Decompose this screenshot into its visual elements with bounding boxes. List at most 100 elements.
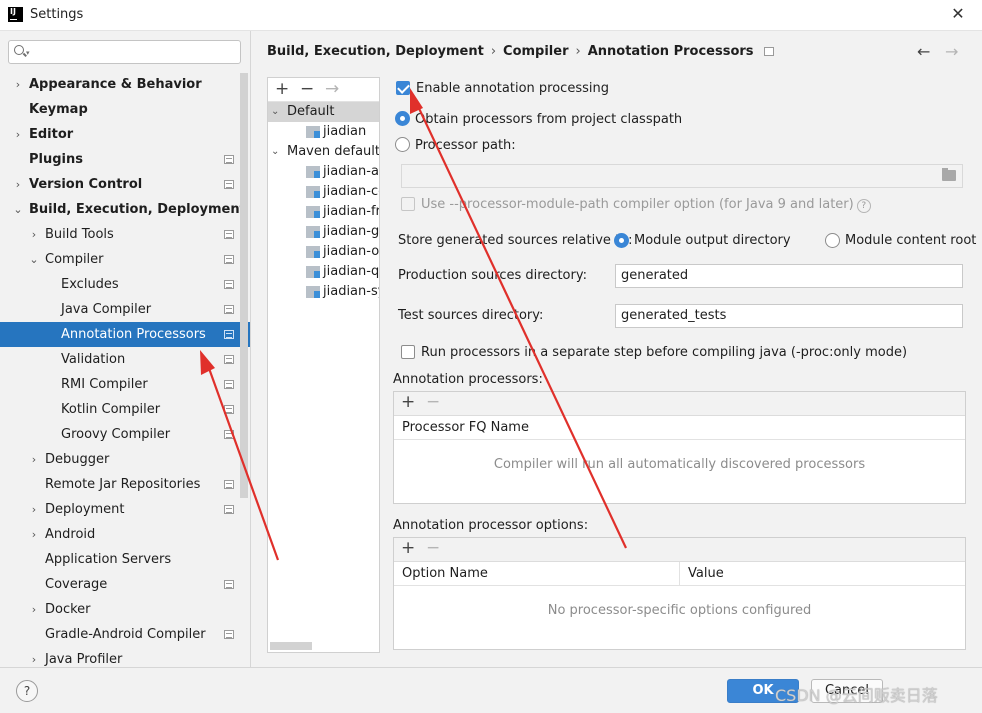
project-scope-icon xyxy=(763,47,774,56)
sidebar-item[interactable]: ⌄ Compiler xyxy=(0,247,250,272)
back-arrow-icon[interactable]: ← xyxy=(917,42,930,61)
profile-item[interactable]: jiadian-ge xyxy=(268,222,379,242)
sidebar-item[interactable]: › Appearance & Behavior xyxy=(0,72,250,97)
sidebar-item[interactable]: › Editor xyxy=(0,122,250,147)
settings-search[interactable]: ▾ xyxy=(8,40,241,64)
profile-item[interactable]: ⌄ Maven default a xyxy=(268,142,379,162)
sidebar-scrollbar[interactable] xyxy=(240,73,248,498)
chevron-down-icon[interactable]: ⌄ xyxy=(271,102,279,122)
processor-path-field[interactable] xyxy=(401,164,963,188)
chevron-right-icon[interactable]: › xyxy=(29,222,39,247)
sidebar-item-label: Annotation Processors xyxy=(61,327,206,342)
sidebar-item-label: Java Profiler xyxy=(45,652,123,667)
enable-annotation-processing-checkbox[interactable] xyxy=(396,81,410,95)
chevron-down-icon[interactable]: ⌄ xyxy=(271,142,279,162)
profile-item[interactable]: jiadian-fra xyxy=(268,202,379,222)
project-scope-icon xyxy=(224,630,234,639)
sidebar-item-label: Appearance & Behavior xyxy=(29,77,202,92)
chevron-right-icon[interactable]: › xyxy=(29,447,39,472)
module-output-directory-radio[interactable] xyxy=(614,233,629,248)
project-scope-icon xyxy=(224,580,234,589)
close-icon[interactable]: ✕ xyxy=(948,4,968,23)
sidebar-item[interactable]: › Docker xyxy=(0,597,250,622)
sidebar-item[interactable]: › Java Profiler xyxy=(0,647,250,667)
processor-path-label: Processor path: xyxy=(415,138,516,153)
profile-item[interactable]: ⌄ Default xyxy=(268,102,379,122)
remove-profile-icon[interactable]: − xyxy=(300,79,314,99)
chevron-right-icon[interactable]: › xyxy=(29,597,39,622)
sidebar-item[interactable]: Excludes xyxy=(0,272,250,297)
production-sources-field[interactable]: generated xyxy=(615,264,963,288)
obtain-from-classpath-radio[interactable] xyxy=(395,111,410,126)
option-name-column[interactable]: Option Name xyxy=(402,566,488,581)
remove-option-icon[interactable]: − xyxy=(426,538,440,558)
browse-folder-icon[interactable] xyxy=(942,168,956,181)
profile-item[interactable]: jiadian xyxy=(268,122,379,142)
sidebar-item[interactable]: Validation xyxy=(0,347,250,372)
move-to-profile-icon[interactable]: → xyxy=(325,79,339,99)
sidebar-item[interactable]: Annotation Processors xyxy=(0,322,250,347)
help-button[interactable]: ? xyxy=(16,680,38,702)
run-separate-step-checkbox[interactable] xyxy=(401,345,415,359)
processor-module-path-checkbox[interactable] xyxy=(401,197,415,211)
module-output-directory-label: Module output directory xyxy=(634,233,791,248)
profile-item-label: jiadian-co xyxy=(323,184,379,199)
search-icon xyxy=(14,45,24,55)
project-scope-icon xyxy=(224,430,234,439)
forward-arrow-icon[interactable]: → xyxy=(945,42,958,61)
profile-item-label: jiadian-qu xyxy=(323,264,379,279)
search-options-chevron-icon[interactable]: ▾ xyxy=(26,49,30,57)
processor-fq-name-column[interactable]: Processor FQ Name xyxy=(402,420,529,435)
sidebar-item[interactable]: ⌄ Build, Execution, Deployment xyxy=(0,197,250,222)
breadcrumb-item: Compiler xyxy=(503,44,569,59)
chevron-right-icon[interactable]: › xyxy=(13,122,23,147)
chevron-right-icon[interactable]: › xyxy=(29,497,39,522)
chevron-down-icon[interactable]: ⌄ xyxy=(29,247,39,272)
sidebar-item[interactable]: › Deployment xyxy=(0,497,250,522)
sidebar-item[interactable]: Kotlin Compiler xyxy=(0,397,250,422)
sidebar-item[interactable]: Java Compiler xyxy=(0,297,250,322)
sidebar-item[interactable]: › Debugger xyxy=(0,447,250,472)
sidebar-item[interactable]: Groovy Compiler xyxy=(0,422,250,447)
add-option-icon[interactable]: + xyxy=(401,538,415,558)
sidebar-item[interactable]: › Build Tools xyxy=(0,222,250,247)
sidebar-item[interactable]: Plugins xyxy=(0,147,250,172)
intellij-logo-icon: IJ xyxy=(8,7,23,22)
sidebar-item[interactable]: Keymap xyxy=(0,97,250,122)
add-profile-icon[interactable]: + xyxy=(275,79,289,99)
test-sources-field[interactable]: generated_tests xyxy=(615,304,963,328)
module-icon xyxy=(306,226,320,238)
value-column[interactable]: Value xyxy=(688,566,724,581)
profile-item[interactable]: jiadian-sy xyxy=(268,282,379,302)
sidebar-item-label: Coverage xyxy=(45,577,108,592)
sidebar-item-label: Kotlin Compiler xyxy=(61,402,161,417)
sidebar-item[interactable]: › Version Control xyxy=(0,172,250,197)
profile-item[interactable]: jiadian-ad xyxy=(268,162,379,182)
profiles-horizontal-scrollbar[interactable] xyxy=(270,642,312,650)
sidebar-item[interactable]: Coverage xyxy=(0,572,250,597)
chevron-right-icon[interactable]: › xyxy=(13,72,23,97)
sidebar-item[interactable]: Application Servers xyxy=(0,547,250,572)
chevron-down-icon[interactable]: ⌄ xyxy=(13,197,23,222)
add-processor-icon[interactable]: + xyxy=(401,392,415,412)
title-bar: IJ Settings ✕ xyxy=(0,0,982,31)
breadcrumb: Build, Execution, Deployment › Compiler › An… xyxy=(267,44,774,59)
chevron-right-icon[interactable]: › xyxy=(29,647,39,667)
chevron-right-icon[interactable]: › xyxy=(13,172,23,197)
profile-item[interactable]: jiadian-qu xyxy=(268,262,379,282)
processor-path-radio[interactable] xyxy=(395,137,410,152)
sidebar-item[interactable]: Remote Jar Repositories xyxy=(0,472,250,497)
sidebar-item[interactable]: Gradle-Android Compiler xyxy=(0,622,250,647)
profile-item[interactable]: jiadian-co xyxy=(268,182,379,202)
sidebar-item[interactable]: › Android xyxy=(0,522,250,547)
profile-item[interactable]: jiadian-os xyxy=(268,242,379,262)
chevron-right-icon[interactable]: › xyxy=(29,522,39,547)
sidebar-item-label: Keymap xyxy=(29,102,88,117)
sidebar-item[interactable]: RMI Compiler xyxy=(0,372,250,397)
module-content-root-radio[interactable] xyxy=(825,233,840,248)
search-input[interactable] xyxy=(35,43,235,61)
sidebar-item-label: Deployment xyxy=(45,502,125,517)
help-icon[interactable]: ? xyxy=(856,199,871,213)
column-divider[interactable] xyxy=(679,562,680,586)
remove-processor-icon[interactable]: − xyxy=(426,392,440,412)
